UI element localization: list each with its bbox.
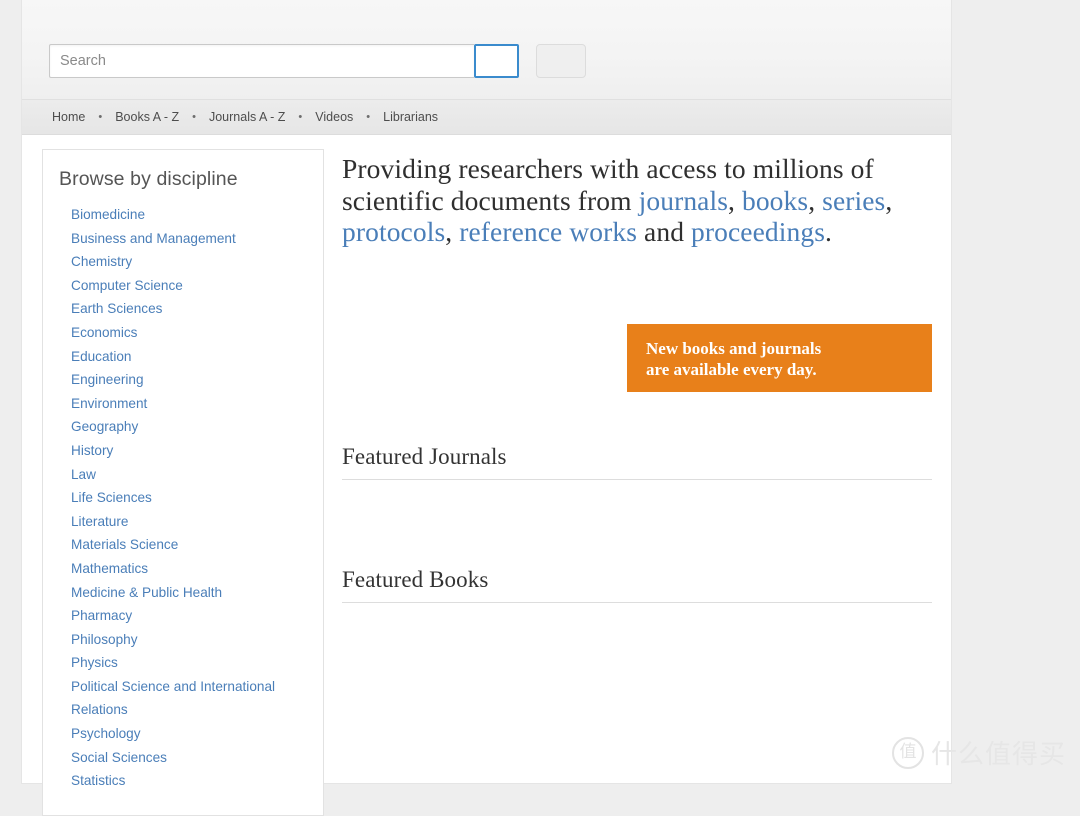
list-item: Law [43,463,323,487]
featured-journals-body [342,480,932,510]
headline-separator: , [808,185,822,216]
body-area: Browse by discipline Biomedicine Busines… [22,135,951,816]
promo-banner[interactable]: New books and journals are available eve… [627,324,932,392]
headline-link-reference-works[interactable]: reference works [459,216,637,247]
search-submit-button[interactable] [474,44,519,78]
sidebar-item-materials-science[interactable]: Materials Science [71,533,307,557]
list-item: Literature [43,510,323,534]
nav-separator: • [192,111,196,123]
sidebar-item-engineering[interactable]: Engineering [71,368,307,392]
sidebar-item-medicine-and-public-health[interactable]: Medicine & Public Health [71,581,307,605]
sidebar-item-business-and-management[interactable]: Business and Management [71,227,307,251]
sidebar-item-chemistry[interactable]: Chemistry [71,250,307,274]
sidebar-item-computer-science[interactable]: Computer Science [71,274,307,298]
promo-line-1: New books and journals [646,338,932,359]
sidebar-item-political-science-and-international-relations[interactable]: Political Science and International Rela… [71,675,307,722]
nav-item-videos[interactable]: Videos [315,110,353,124]
sidebar-item-pharmacy[interactable]: Pharmacy [71,604,307,628]
page-title: Providing researchers with access to mil… [342,153,932,248]
list-item: Psychology [43,722,323,746]
list-item: Life Sciences [43,486,323,510]
featured-books-body [342,603,932,633]
list-item: Chemistry [43,250,323,274]
headline-link-series[interactable]: series [822,185,885,216]
nav-item-home[interactable]: Home [52,110,85,124]
discipline-list: Biomedicine Business and Management Chem… [43,203,323,793]
list-item: History [43,439,323,463]
list-item: Environment [43,392,323,416]
sidebar-item-physics[interactable]: Physics [71,651,307,675]
featured-journals-heading: Featured Journals [342,444,932,470]
list-item: Pharmacy [43,604,323,628]
sidebar-item-social-sciences[interactable]: Social Sciences [71,746,307,770]
secondary-action-button[interactable] [536,44,586,78]
featured-books-section: Featured Books [342,567,932,633]
nav-item-books-a-z[interactable]: Books A - Z [115,110,179,124]
sidebar-item-statistics[interactable]: Statistics [71,769,307,793]
watermark-text: 什么值得买 [931,734,1066,771]
sidebar-item-biomedicine[interactable]: Biomedicine [71,203,307,227]
sidebar-item-psychology[interactable]: Psychology [71,722,307,746]
list-item: Computer Science [43,274,323,298]
list-item: Political Science and International Rela… [43,675,323,722]
browse-by-discipline-panel: Browse by discipline Biomedicine Busines… [42,149,324,816]
nav-separator: • [298,111,302,123]
sidebar-item-history[interactable]: History [71,439,307,463]
sidebar-item-literature[interactable]: Literature [71,510,307,534]
list-item: Earth Sciences [43,297,323,321]
list-item: Biomedicine [43,203,323,227]
list-item: Medicine & Public Health [43,581,323,605]
list-item: Mathematics [43,557,323,581]
headline-link-books[interactable]: books [742,185,808,216]
list-item: Education [43,345,323,369]
nav-separator: • [366,111,370,123]
list-item: Business and Management [43,227,323,251]
sidebar-item-mathematics[interactable]: Mathematics [71,557,307,581]
sidebar-item-earth-sciences[interactable]: Earth Sciences [71,297,307,321]
headline-separator: , [728,185,742,216]
search-input[interactable] [49,44,474,78]
nav-item-librarians[interactable]: Librarians [383,110,438,124]
search-row [49,44,586,78]
nav-separator: • [98,111,102,123]
headline-separator: , [885,185,892,216]
site-header [22,0,951,100]
list-item: Philosophy [43,628,323,652]
featured-books-heading: Featured Books [342,567,932,593]
headline-period: . [825,216,832,247]
headline-link-proceedings[interactable]: proceedings [691,216,825,247]
nav-item-journals-a-z[interactable]: Journals A - Z [209,110,285,124]
list-item: Engineering [43,368,323,392]
promo-line-2: are available every day. [646,359,932,380]
sidebar-item-geography[interactable]: Geography [71,415,307,439]
list-item: Materials Science [43,533,323,557]
main-content: Providing researchers with access to mil… [342,149,932,633]
list-item: Physics [43,651,323,675]
primary-navigation: Home • Books A - Z • Journals A - Z • Vi… [22,100,951,135]
sidebar-item-environment[interactable]: Environment [71,392,307,416]
featured-journals-section: Featured Journals [342,444,932,510]
sidebar-item-life-sciences[interactable]: Life Sciences [71,486,307,510]
page-container: Home • Books A - Z • Journals A - Z • Vi… [22,0,951,783]
sidebar-title: Browse by discipline [59,168,323,191]
headline-link-journals[interactable]: journals [639,185,728,216]
sidebar-item-economics[interactable]: Economics [71,321,307,345]
list-item: Social Sciences [43,746,323,770]
list-item: Economics [43,321,323,345]
sidebar-item-education[interactable]: Education [71,345,307,369]
list-item: Geography [43,415,323,439]
headline-separator: , [445,216,459,247]
sidebar-item-law[interactable]: Law [71,463,307,487]
headline-conjunction: and [637,216,691,247]
sidebar-item-philosophy[interactable]: Philosophy [71,628,307,652]
headline-link-protocols[interactable]: protocols [342,216,445,247]
list-item: Statistics [43,769,323,793]
